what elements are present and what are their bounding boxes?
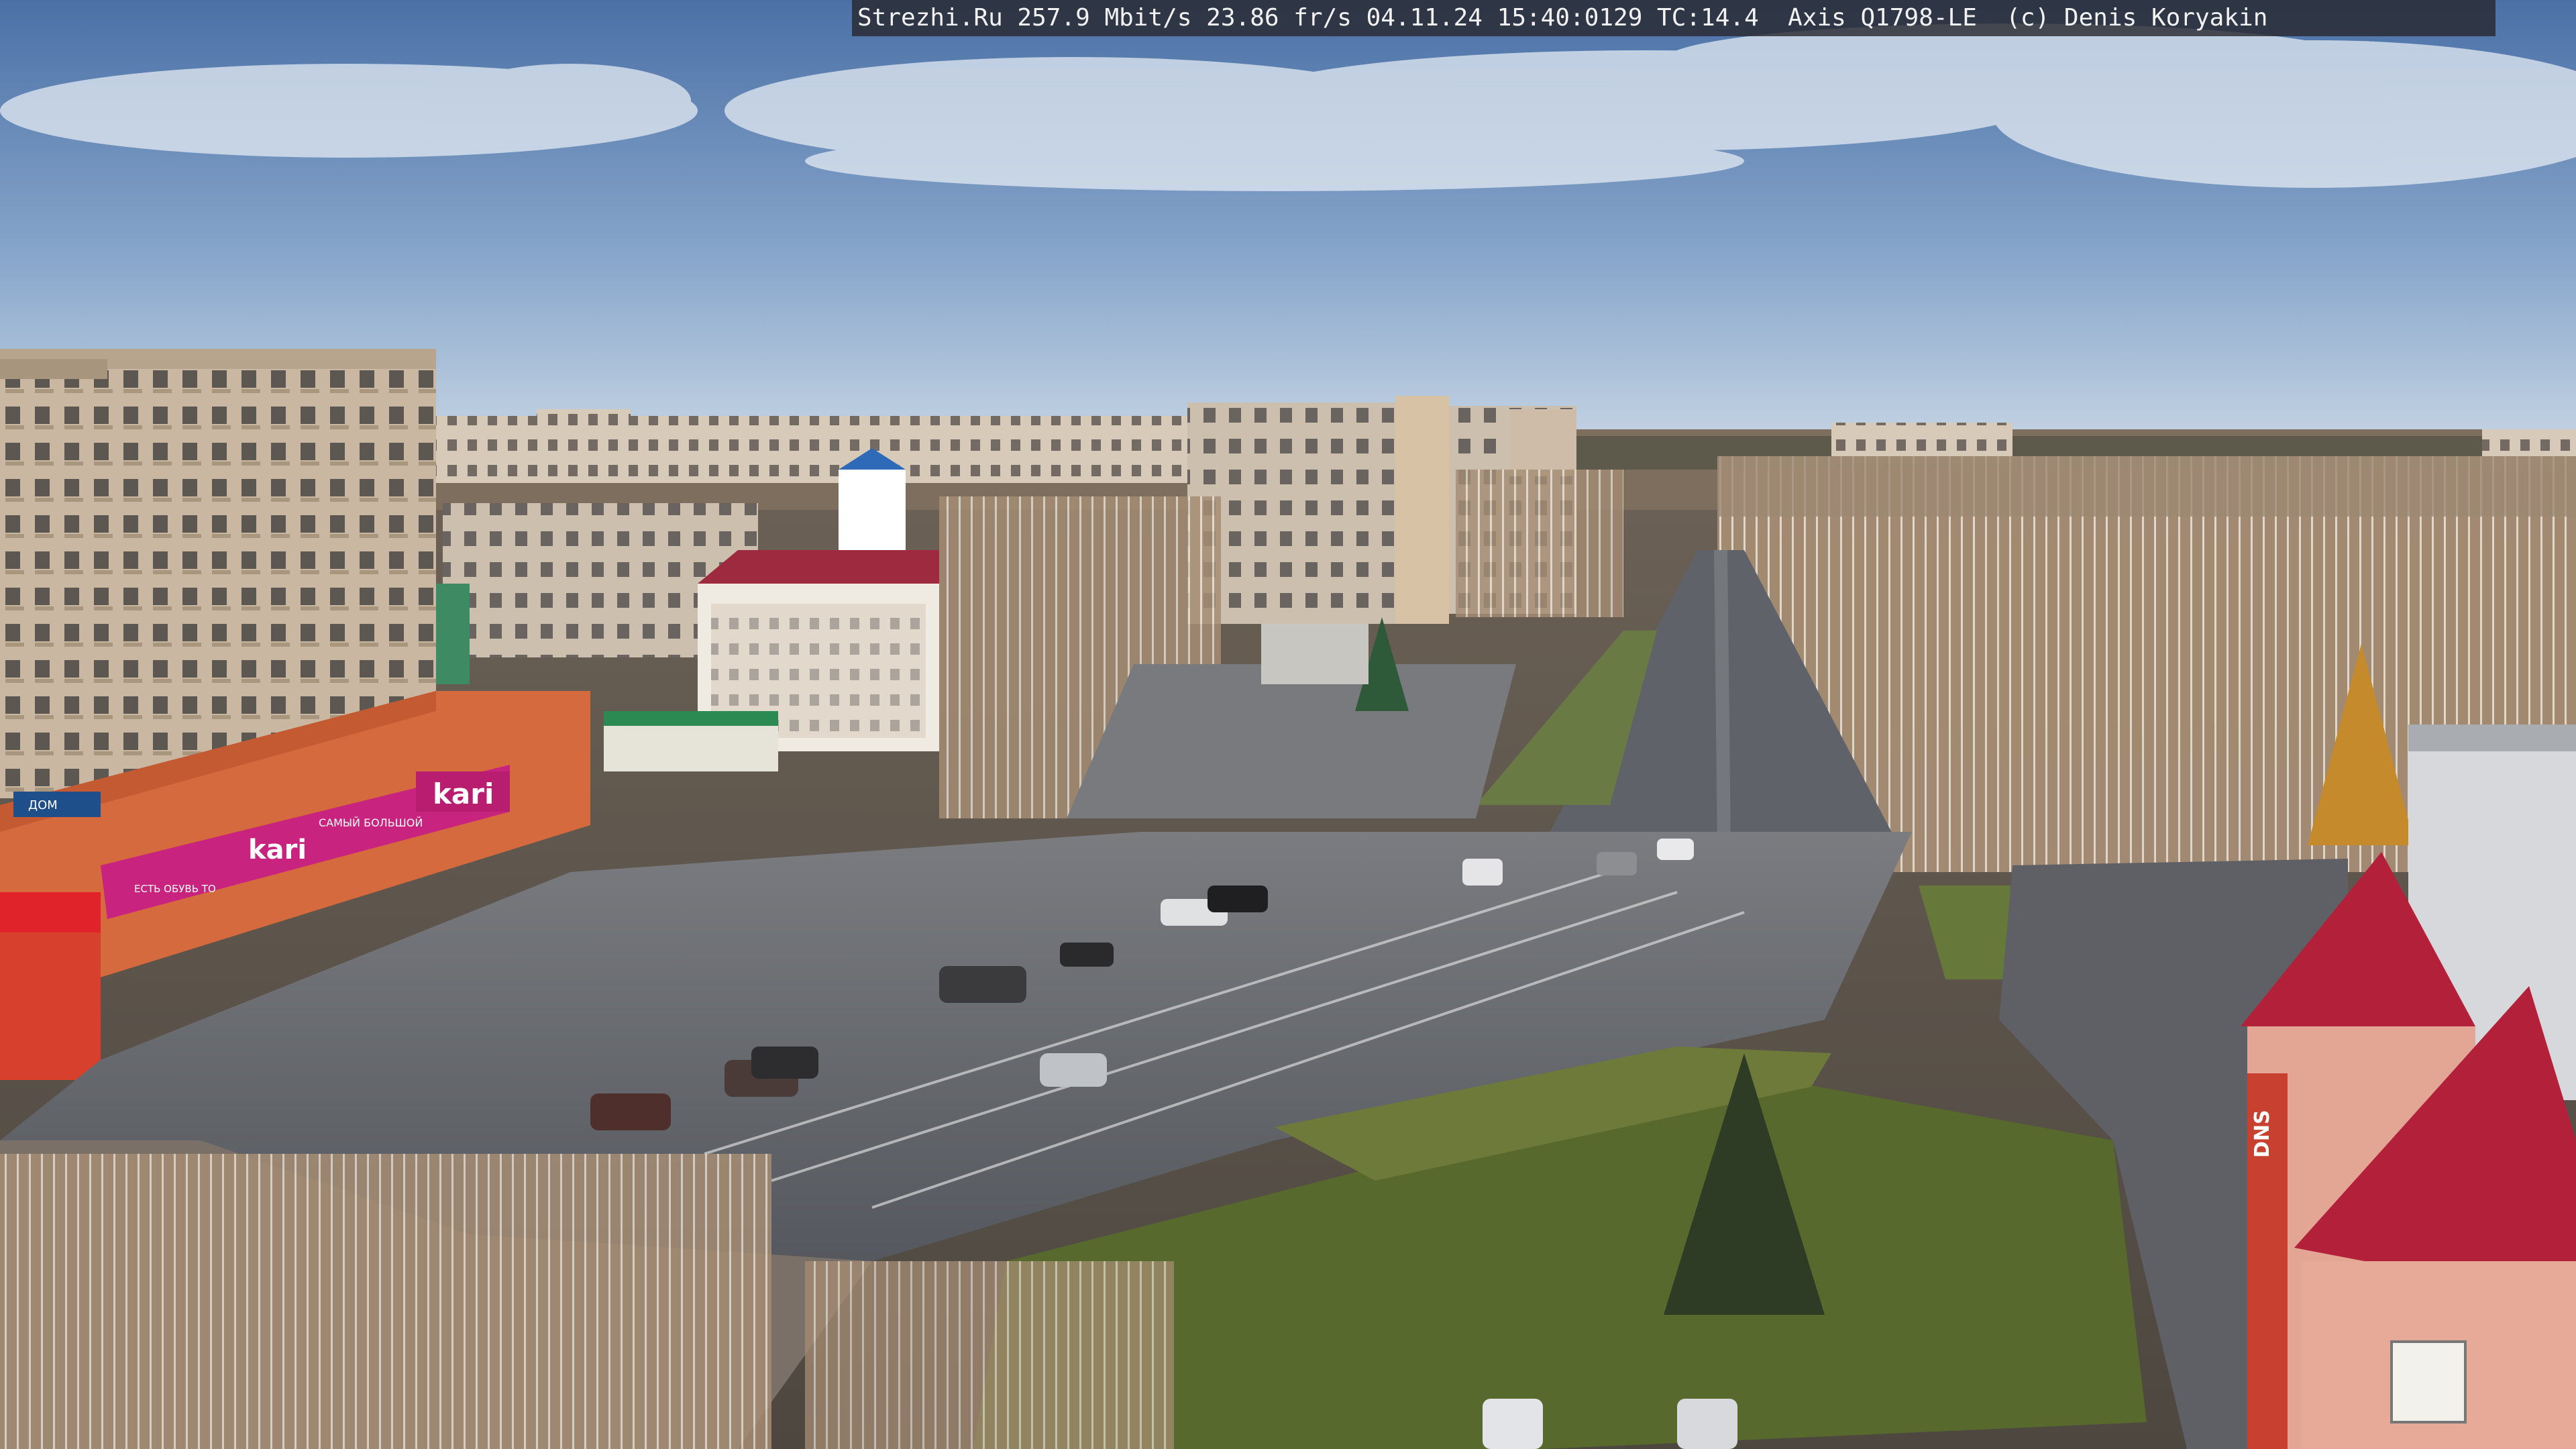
- kari-banner-sign: kari: [248, 835, 307, 865]
- central-square: [1067, 664, 1516, 818]
- camera-caption-overlay: Strezhi.Ru 257.9 Mbit/s 23.86 fr/s 04.11…: [852, 0, 2496, 36]
- top-left-shop-sign: ДОМ: [28, 798, 58, 812]
- kari-banner-small-text: САМЫЙ БОЛЬШОЙ: [319, 816, 423, 829]
- webcam-scene: kari kari САМЫЙ БОЛЬШОЙ ЕСТЬ ОБУВЬ ТО ДО…: [0, 0, 2576, 1449]
- foreground-bare-trees: [0, 1154, 771, 1449]
- kari-main-sign: kari: [433, 777, 494, 810]
- low-pavilion: [1261, 624, 1368, 684]
- kari-banner-left-text: ЕСТЬ ОБУВЬ ТО: [134, 883, 216, 895]
- dns-sign: DNS: [2251, 1110, 2274, 1158]
